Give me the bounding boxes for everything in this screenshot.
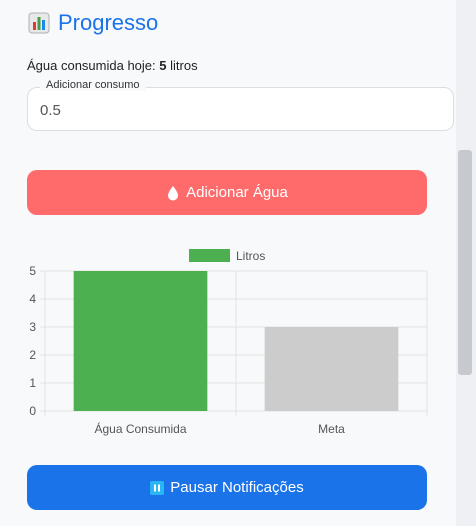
pause-notifications-button[interactable]: Pausar Notificações (27, 465, 427, 510)
droplet-icon (168, 185, 179, 200)
consumed-unit: litros (170, 58, 198, 73)
y-tick-label: 3 (29, 320, 36, 334)
bar-chart-icon (28, 12, 50, 34)
y-tick-label: 1 (29, 376, 36, 390)
legend-swatch (189, 249, 230, 262)
add-water-button[interactable]: Adicionar Água (27, 170, 427, 215)
section-header: Progresso (28, 10, 158, 36)
consumed-summary: Água consumida hoje: 5 litros (27, 58, 198, 73)
y-tick-label: 2 (29, 348, 36, 362)
water-chart: 0 1 2 3 4 5 Água Consumida Meta Litros (29, 249, 428, 436)
consumed-prefix: Água consumida hoje: (27, 58, 156, 73)
y-tick-label: 0 (29, 404, 36, 418)
bar-0 (73, 271, 208, 411)
y-tick-label: 4 (29, 292, 36, 306)
y-tick-label: 5 (29, 264, 36, 278)
legend-label: Litros (236, 249, 265, 263)
scrollbar-thumb[interactable] (458, 150, 472, 375)
page-title: Progresso (58, 10, 159, 35)
consumed-value: 5 (159, 58, 167, 73)
bar-1 (264, 327, 399, 411)
x-tick-label: Água Consumida (94, 421, 186, 436)
x-tick-label: Meta (318, 422, 345, 436)
pause-notifications-label: Pausar Notificações (170, 479, 304, 496)
consumo-input[interactable] (40, 96, 440, 124)
consumo-field[interactable]: Adicionar consumo (27, 79, 454, 131)
consumo-field-label: Adicionar consumo (40, 79, 146, 91)
pause-icon (150, 480, 165, 495)
add-water-label: Adicionar Água (186, 184, 288, 201)
